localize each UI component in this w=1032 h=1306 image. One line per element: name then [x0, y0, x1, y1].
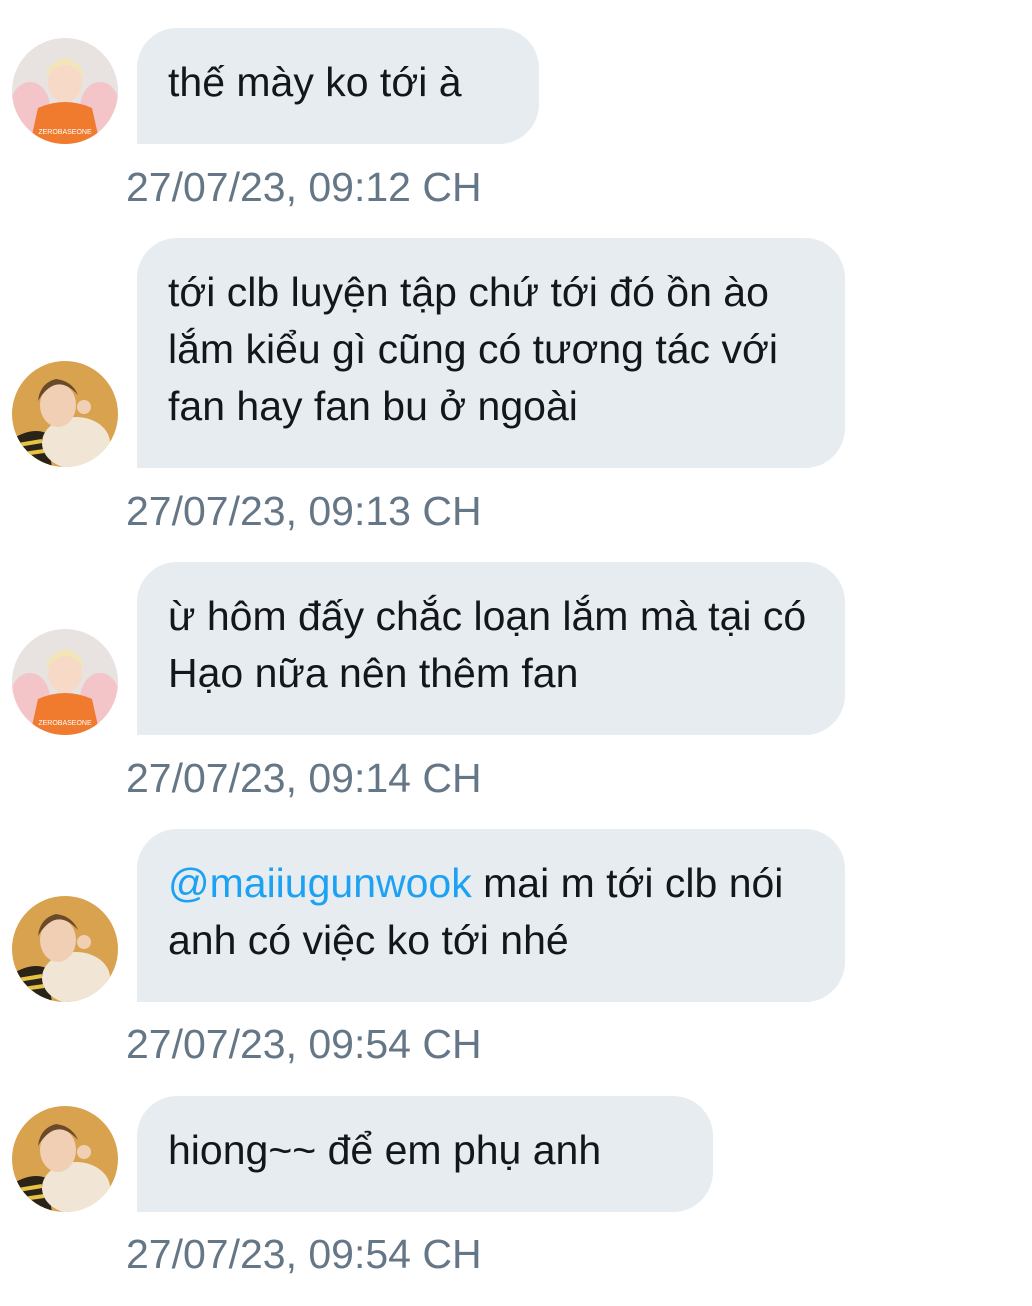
- avatar-image: ZEROBASEONE: [12, 629, 118, 735]
- avatar-image: ZEROBASEONE: [12, 38, 118, 144]
- avatar-sender-a[interactable]: ZEROBASEONE: [12, 38, 118, 144]
- message-bubble[interactable]: tới clb luyện tập chứ tới đó ồn ào lắm k…: [137, 238, 845, 468]
- avatar-sender-b[interactable]: [12, 1106, 118, 1212]
- message-timestamp: 27/07/23, 09:54 CH: [126, 1231, 482, 1277]
- avatar-image: [12, 896, 118, 1002]
- message-timestamp: 27/07/23, 09:12 CH: [126, 164, 482, 210]
- message-timestamp: 27/07/23, 09:54 CH: [126, 1021, 482, 1067]
- avatar-shirt-text: ZEROBASEONE: [38, 720, 92, 727]
- message-bubble[interactable]: thế mày ko tới à: [137, 28, 539, 144]
- message-timestamp: 27/07/23, 09:13 CH: [126, 488, 482, 534]
- avatar-image: [12, 1106, 118, 1212]
- message-text: hiong~~ để em phụ anh: [168, 1127, 602, 1173]
- message-bubble[interactable]: hiong~~ để em phụ anh: [137, 1096, 713, 1212]
- message-text: tới clb luyện tập chứ tới đó ồn ào lắm k…: [168, 269, 778, 429]
- avatar-sender-b[interactable]: [12, 361, 118, 467]
- avatar-sender-b[interactable]: [12, 896, 118, 1002]
- message-timestamp: 27/07/23, 09:14 CH: [126, 755, 482, 801]
- message-bubble[interactable]: ừ hôm đấy chắc loạn lắm mà tại có Hạo nữ…: [137, 562, 845, 735]
- message-text: ừ hôm đấy chắc loạn lắm mà tại có Hạo nữ…: [168, 593, 807, 696]
- avatar-image: [12, 361, 118, 467]
- message-text: thế mày ko tới à: [168, 59, 462, 105]
- message-bubble[interactable]: @maiiugunwook mai m tới clb nói anh có v…: [137, 829, 845, 1002]
- avatar-sender-a[interactable]: ZEROBASEONE: [12, 629, 118, 735]
- avatar-shirt-text: ZEROBASEONE: [38, 129, 92, 136]
- user-mention-link[interactable]: @maiiugunwook: [168, 860, 472, 906]
